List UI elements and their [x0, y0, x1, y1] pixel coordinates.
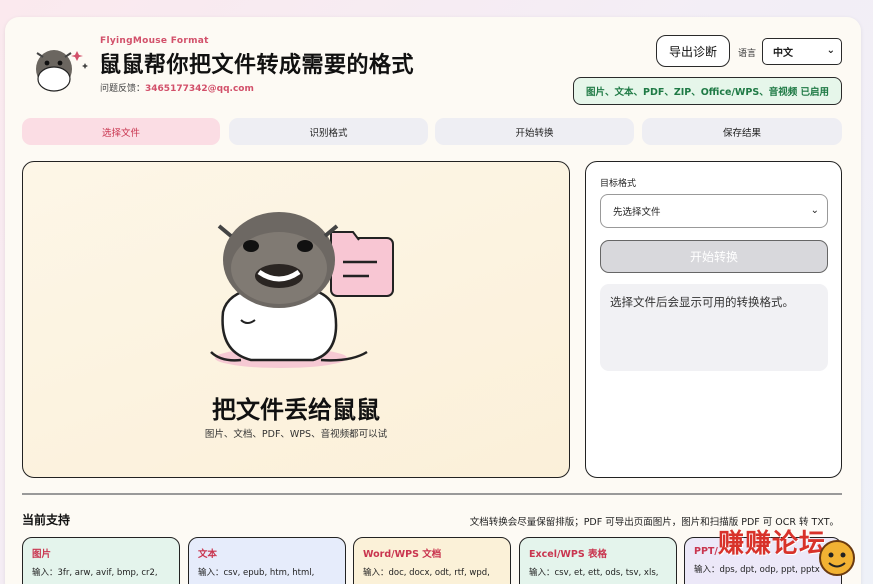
language-label: 语言: [738, 49, 757, 59]
language-select[interactable]: 中文 ⌄: [762, 38, 842, 65]
chevron-down-icon: ⌄: [826, 45, 835, 56]
page-title: 鼠鼠帮你把文件转成需要的格式: [99, 53, 415, 78]
hamster-mascot-icon: [210, 212, 394, 368]
target-format-select[interactable]: 先选择文件 ⌄: [600, 194, 828, 228]
language-value: 中文: [773, 48, 793, 59]
support-card-desc: 输入：doc, docx, odt, rtf, wpd,: [363, 568, 490, 578]
support-card: Excel/WPS 表格输入：csv, et, ett, ods, tsv, x…: [519, 537, 677, 584]
support-section-title: 当前支持: [22, 513, 71, 527]
watermark-logo-icon: [819, 540, 855, 576]
watermark-text: 赚赚论坛: [718, 529, 827, 559]
feedback-line: 问题反馈：3465177342@qq.com: [100, 81, 254, 94]
hamster-logo-icon: [36, 50, 88, 92]
support-card-desc: 输入：3fr, arw, avif, bmp, cr2,: [32, 568, 158, 578]
conversion-panel: 目标格式 先选择文件 ⌄ 开始转换 选择文件后会显示可用的转换格式。: [585, 161, 842, 478]
support-card: 文本输入：csv, epub, htm, html,: [188, 537, 346, 584]
step-save-result[interactable]: 保存结果: [642, 118, 842, 145]
format-hint: 选择文件后会显示可用的转换格式。: [600, 284, 828, 371]
step-select-file[interactable]: 选择文件: [22, 118, 220, 145]
step-detect-format[interactable]: 识别格式: [229, 118, 428, 145]
enabled-features-badge: 图片、文本、PDF、ZIP、Office/WPS、音视频 已启用: [573, 77, 842, 105]
support-card-title: 文本: [198, 549, 218, 560]
step-start-convert[interactable]: 开始转换: [435, 118, 634, 145]
drop-zone-title: 把文件丢给鼠鼠: [212, 396, 380, 424]
target-format-label: 目标格式: [600, 179, 637, 189]
section-divider: [22, 493, 842, 495]
support-card-desc: 输入：csv, et, ett, ods, tsv, xls,: [529, 568, 659, 578]
support-card-title: Word/WPS 文档: [363, 549, 442, 560]
file-drop-zone[interactable]: 把文件丢给鼠鼠 图片、文档、PDF、WPS、音视频都可以试: [22, 161, 570, 478]
app-window: FlyingMouse Format 鼠鼠帮你把文件转成需要的格式 问题反馈：3…: [5, 17, 861, 584]
support-card-desc: 输入：csv, epub, htm, html,: [198, 568, 315, 578]
support-card: Word/WPS 文档输入：doc, docx, odt, rtf, wpd,: [353, 537, 511, 584]
support-card-title: Excel/WPS 表格: [529, 549, 608, 560]
support-card-desc: 输入：dps, dpt, odp, ppt, pptx: [694, 565, 820, 575]
brand-name: FlyingMouse Format: [100, 36, 209, 46]
feedback-label: 问题反馈：: [100, 84, 146, 94]
target-format-value: 先选择文件: [613, 207, 661, 218]
drop-zone-subtitle: 图片、文档、PDF、WPS、音视频都可以试: [204, 429, 388, 440]
support-card: 图片输入：3fr, arw, avif, bmp, cr2,: [22, 537, 180, 584]
support-card-title: 图片: [32, 549, 52, 560]
export-diagnostics-button[interactable]: 导出诊断: [656, 35, 730, 67]
feedback-email-link[interactable]: 3465177342@qq.com: [145, 84, 254, 94]
start-convert-button[interactable]: 开始转换: [600, 240, 828, 273]
chevron-down-icon: ⌄: [810, 205, 819, 216]
